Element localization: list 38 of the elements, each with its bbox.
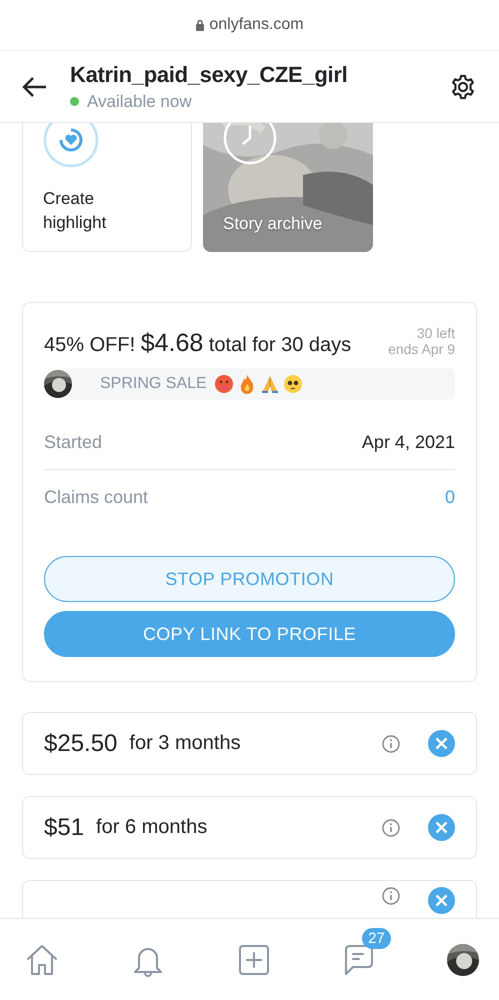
create-highlight-card[interactable]: Create highlight	[22, 123, 192, 252]
praying-hands-icon	[260, 374, 280, 394]
history-icon	[223, 123, 277, 165]
hot-face-icon	[214, 374, 234, 394]
profile-name: Katrin_paid_sexy_CZE_girl	[70, 62, 348, 88]
remove-button[interactable]	[428, 814, 455, 841]
lock-icon	[195, 18, 206, 32]
end-date: ends Apr 9	[388, 341, 455, 357]
claims-link[interactable]: 0	[444, 486, 455, 508]
info-label: Claims count	[44, 486, 148, 508]
remove-button[interactable]	[428, 730, 455, 757]
add-icon	[236, 942, 270, 976]
pleading-face-icon	[282, 374, 303, 394]
bundle-period: for 3 months	[129, 732, 242, 755]
stop-promotion-button[interactable]: STOP PROMOTION	[44, 556, 455, 602]
profile-button[interactable]	[447, 944, 479, 976]
info-icon	[382, 887, 400, 905]
info-label: Started	[44, 432, 102, 453]
promotion-headline: 45% OFF! $4.68 total for 30 days	[44, 329, 352, 358]
remove-button[interactable]	[428, 887, 455, 914]
message-text: SPRING SALE	[100, 375, 207, 393]
info-value: Apr 4, 2021	[362, 432, 455, 453]
bundle-period: for 6 months	[96, 816, 208, 839]
info-icon	[382, 734, 400, 752]
status-text: Available now	[87, 92, 192, 112]
settings-button[interactable]	[449, 72, 477, 100]
remaining-count: 30 left	[416, 325, 455, 341]
address-text: onlyfans.com	[209, 16, 304, 34]
settings-icon	[449, 72, 477, 100]
new-post-button[interactable]	[236, 942, 270, 976]
info-icon	[382, 818, 400, 836]
bundle-price: $51	[44, 814, 84, 842]
bundle-price: $25.50	[44, 730, 118, 758]
back-arrow-icon	[22, 76, 48, 98]
unread-count: 27	[362, 928, 391, 948]
copy-link-button[interactable]: COPY LINK TO PROFILE	[44, 611, 455, 657]
back-button[interactable]	[22, 76, 48, 98]
story-archive-card[interactable]: Story archive	[203, 123, 373, 252]
